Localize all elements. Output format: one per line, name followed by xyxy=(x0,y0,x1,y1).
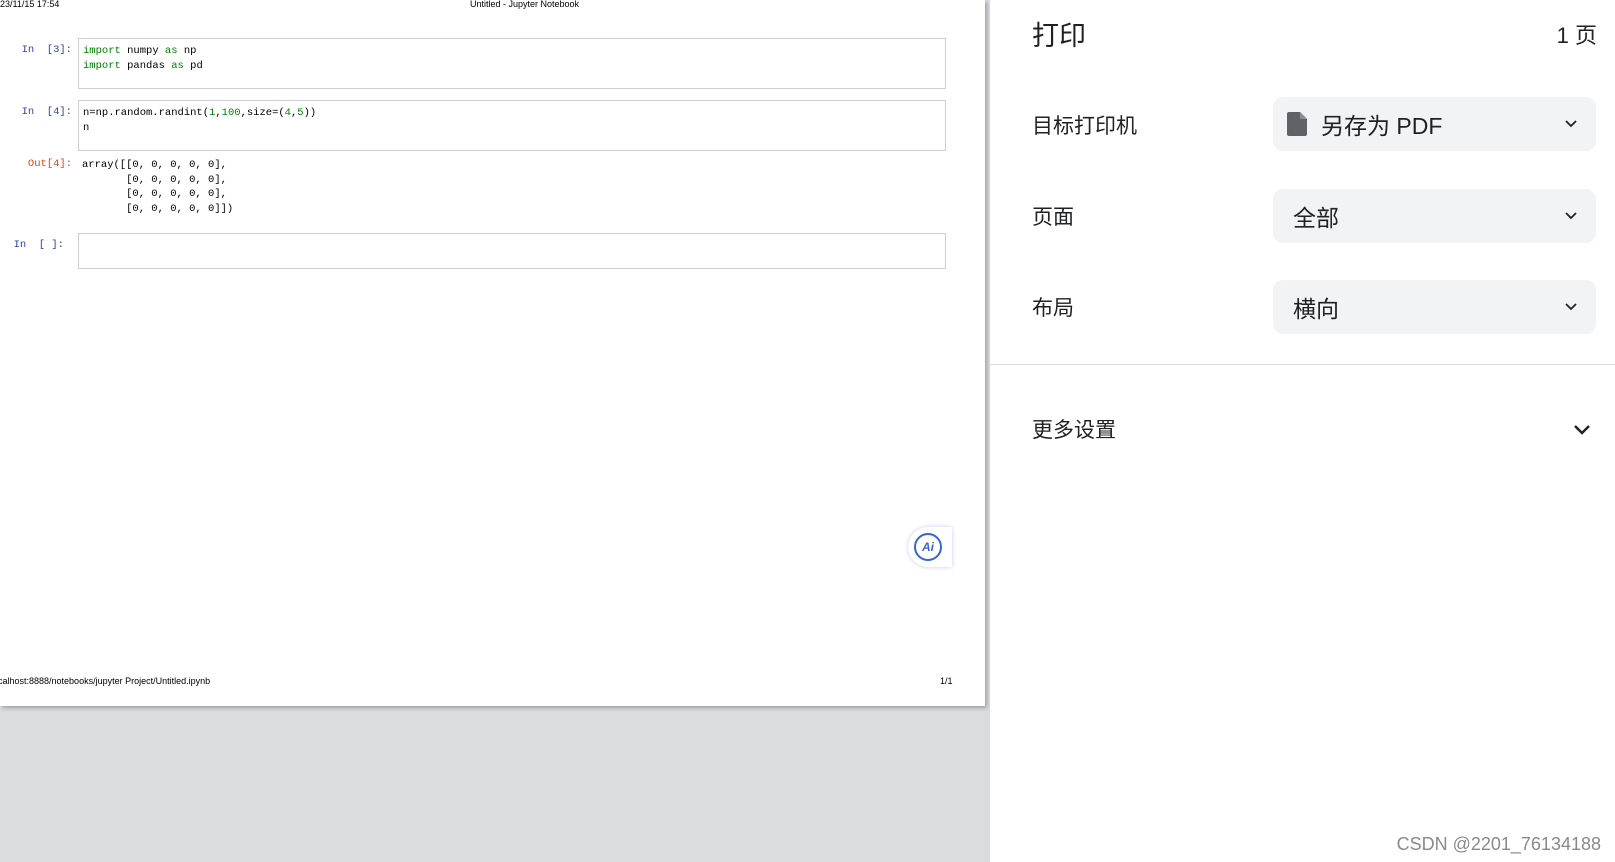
code-text: np xyxy=(177,45,197,57)
print-title: 打印 xyxy=(1032,21,1086,51)
code-text: )) xyxy=(303,107,317,119)
code-keyword: as xyxy=(164,45,178,57)
code-text: pd xyxy=(183,60,203,72)
file-icon xyxy=(1287,112,1307,136)
code-text: n xyxy=(83,122,90,134)
chevron-down-icon xyxy=(1565,303,1577,311)
page-header-title: Untitled - Jupyter Notebook xyxy=(470,0,580,9)
code-text: numpy xyxy=(120,45,165,57)
cell-prompt: In [3]: xyxy=(21,44,72,56)
pages-value: 全部 xyxy=(1293,205,1339,231)
page-footer-number: 1/1 xyxy=(940,676,953,686)
cell-input: import numpy as np import pandas as pd xyxy=(78,38,946,89)
code-keyword: as xyxy=(171,60,184,72)
chevron-down-icon xyxy=(1565,120,1577,128)
cell-input xyxy=(78,233,946,269)
cell-input: n=np.random.randint(1,100,size=(4,5)) n xyxy=(78,100,946,151)
pages-label: 页面 xyxy=(1032,206,1074,229)
print-preview-area: 023/11/15 17:54 Untitled - Jupyter Noteb… xyxy=(0,0,990,862)
code-number: 100 xyxy=(221,107,241,119)
cell-prompt: In [ ]: xyxy=(13,239,64,251)
code-text: ,size=( xyxy=(240,107,285,119)
code-text: n=np.random.randint( xyxy=(83,107,210,119)
output-prompt: Out[4]: xyxy=(27,158,72,170)
layout-label: 布局 xyxy=(1032,297,1074,320)
preview-page: 023/11/15 17:54 Untitled - Jupyter Noteb… xyxy=(0,0,985,706)
layout-value: 横向 xyxy=(1293,296,1339,322)
cell-code: import numpy as np import pandas as pd xyxy=(79,39,945,79)
more-settings-toggle[interactable]: 更多设置 xyxy=(1032,414,1116,444)
page-count: 1 页 xyxy=(1556,23,1597,48)
destination-select[interactable]: 另存为 PDF xyxy=(1273,97,1596,151)
code-text: pandas xyxy=(120,60,172,72)
ai-icon: Ai xyxy=(914,533,942,561)
print-settings-panel: 打印 1 页 目标打印机 另存为 PDF 页面 全部 布局 横向 更多设置 CS… xyxy=(990,0,1615,862)
code-keyword: import xyxy=(83,45,121,57)
page-header-date: 023/11/15 17:54 xyxy=(0,0,60,9)
code-keyword: import xyxy=(83,60,121,72)
destination-label: 目标打印机 xyxy=(1032,115,1137,138)
chevron-down-icon xyxy=(1565,212,1577,220)
cell-prompt: In [4]: xyxy=(21,106,72,118)
output-text: array([[0, 0, 0, 0, 0], [0, 0, 0, 0, 0],… xyxy=(82,159,234,215)
layout-select[interactable]: 横向 xyxy=(1273,280,1596,334)
cell-code: n=np.random.randint(1,100,size=(4,5)) n xyxy=(79,101,945,141)
destination-value: 另存为 PDF xyxy=(1321,113,1443,139)
section-divider xyxy=(990,364,1615,365)
ai-assistant-button[interactable]: Ai xyxy=(908,527,952,567)
page-footer-url: calhost:8888/notebooks/jupyter Project/U… xyxy=(0,676,211,686)
pages-select[interactable]: 全部 xyxy=(1273,189,1596,243)
watermark: CSDN @2201_76134188 xyxy=(1396,834,1601,854)
chevron-down-icon[interactable] xyxy=(1571,418,1593,440)
